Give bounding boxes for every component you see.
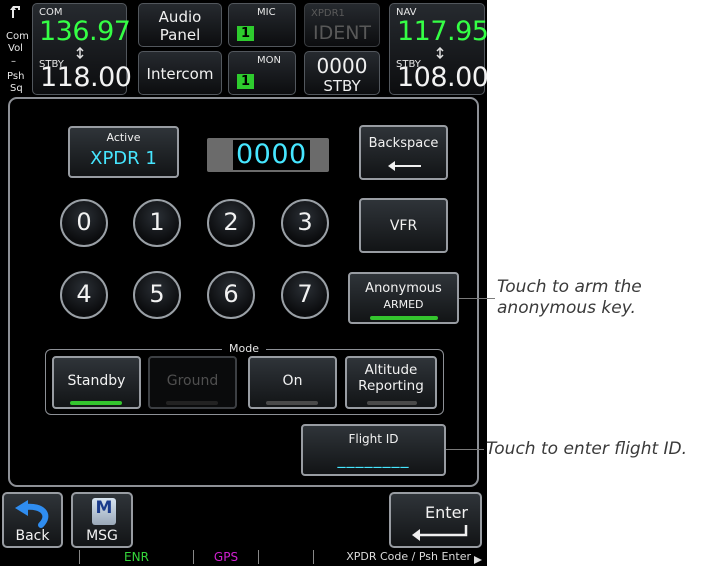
xpdr1-label: XPDR1 xyxy=(311,8,345,19)
key-0[interactable]: 0 xyxy=(60,199,108,247)
mon-label: MON xyxy=(257,55,281,66)
audio-panel-label: Audio Panel xyxy=(158,8,202,44)
msg-button[interactable]: M MSG xyxy=(71,492,133,548)
status-enr: ENR xyxy=(124,550,149,564)
enter-arrow-icon xyxy=(411,524,469,542)
active-xpdr-value: XPDR 1 xyxy=(90,148,157,169)
com-vol-label: Com xyxy=(6,31,29,42)
altitude-reporting-indicator xyxy=(367,401,417,405)
backspace-arrow-icon xyxy=(387,157,423,171)
squawk-code-value: 0000 xyxy=(233,140,310,170)
flight-id-label: Flight ID xyxy=(348,432,399,446)
com-dash: – xyxy=(11,56,16,67)
key-4[interactable]: 4 xyxy=(60,271,108,319)
msg-icon: M xyxy=(92,498,116,525)
mode-ground-button: Ground xyxy=(148,356,237,409)
key-2[interactable]: 2 xyxy=(207,199,255,247)
back-arrow-small-icon xyxy=(9,4,25,20)
com-frequency-button[interactable]: COM 136.97 STBY 118.00 xyxy=(32,3,132,95)
on-indicator xyxy=(266,401,318,405)
status-hint: XPDR Code / Psh Enter xyxy=(346,550,471,563)
back-arrow-icon xyxy=(13,499,53,529)
status-bar: ENR GPS XPDR Code / Psh Enter xyxy=(0,548,487,566)
key-5[interactable]: 5 xyxy=(133,271,181,319)
intercom-button[interactable]: Intercom xyxy=(138,51,222,95)
hint-arrow-icon xyxy=(473,552,483,564)
mode-ground-label: Ground xyxy=(166,373,219,389)
mode-on-label: On xyxy=(282,373,303,389)
nav-active-frequency: 117.95 xyxy=(397,16,487,47)
ground-indicator xyxy=(166,401,218,405)
anonymous-state: ARMED xyxy=(383,298,424,311)
back-button[interactable]: Back xyxy=(2,492,63,548)
key-6[interactable]: 6 xyxy=(207,271,255,319)
mon-button[interactable]: MON 1 xyxy=(228,51,296,95)
com-side-controls: Com Vol – Psh Sq xyxy=(2,2,32,94)
nav-frequency-button[interactable]: NAV 117.95 STBY 108.00 xyxy=(389,3,487,95)
mode-altitude-reporting-button[interactable]: Altitude Reporting xyxy=(345,356,437,409)
backspace-button[interactable]: Backspace xyxy=(359,125,448,180)
mic-button[interactable]: MIC 1 xyxy=(228,3,296,47)
flight-id-callout: Touch to enter flight ID. xyxy=(486,439,688,459)
enter-button[interactable]: Enter xyxy=(389,492,482,548)
anonymous-label: Anonymous xyxy=(365,281,442,296)
active-label: Active xyxy=(106,131,141,144)
msg-label: MSG xyxy=(86,528,118,544)
squawk-code-display: 0000 xyxy=(207,138,329,172)
flight-id-callout-line xyxy=(446,449,484,450)
anonymous-button[interactable]: Anonymous ARMED xyxy=(348,272,459,324)
intercom-label: Intercom xyxy=(146,65,214,83)
status-gps: GPS xyxy=(213,550,239,564)
nav-swap-arrow-icon xyxy=(435,44,445,60)
key-3[interactable]: 3 xyxy=(281,199,329,247)
nav-standby-frequency: 108.00 xyxy=(397,62,487,93)
standby-active-indicator xyxy=(70,401,122,405)
mon-selection: 1 xyxy=(237,74,254,89)
com-active-frequency: 136.97 xyxy=(39,16,131,47)
back-label: Back xyxy=(15,528,50,544)
anonymous-callout-line xyxy=(459,298,495,299)
audio-panel-button[interactable]: Audio Panel xyxy=(138,3,222,47)
com-standby-frequency: 118.00 xyxy=(40,62,132,93)
xpdr-ident-button: XPDR1 IDENT xyxy=(304,3,380,47)
key-7[interactable]: 7 xyxy=(281,271,329,319)
swap-arrow-icon xyxy=(75,44,85,60)
gtn-screen: Com Vol – Psh Sq COM 136.97 STBY 118.00 … xyxy=(0,0,487,566)
mode-on-button[interactable]: On xyxy=(248,356,337,409)
mode-altitude-reporting-label: Altitude Reporting xyxy=(358,362,424,394)
mode-group-title: Mode xyxy=(222,342,266,356)
xpdr-mode-value: STBY xyxy=(323,77,361,95)
msg-icon-letter: M xyxy=(95,498,113,518)
xpdr-code-value: 0000 xyxy=(316,54,368,78)
vfr-button[interactable]: VFR xyxy=(359,198,448,253)
mode-standby-label: Standby xyxy=(67,373,126,389)
xpdr-code-button[interactable]: 0000 STBY xyxy=(304,51,380,95)
anonymous-armed-indicator xyxy=(370,316,438,320)
psh-label: Psh xyxy=(7,71,25,82)
vfr-label: VFR xyxy=(389,218,418,234)
anonymous-callout: Touch to arm the anonymous key. xyxy=(497,277,642,318)
mic-selection: 1 xyxy=(237,26,254,41)
flight-id-value: ________ xyxy=(337,449,410,468)
mode-standby-button[interactable]: Standby xyxy=(52,356,141,409)
flight-id-button[interactable]: Flight ID ________ xyxy=(301,424,446,476)
ident-label: IDENT xyxy=(312,22,372,44)
active-xpdr-button[interactable]: Active XPDR 1 xyxy=(68,126,179,178)
com-vol-label-2: Vol xyxy=(8,43,23,54)
mic-label: MIC xyxy=(257,7,276,18)
sq-label: Sq xyxy=(10,83,23,94)
key-1[interactable]: 1 xyxy=(133,199,181,247)
backspace-label: Backspace xyxy=(368,136,439,151)
enter-label: Enter xyxy=(425,503,468,522)
